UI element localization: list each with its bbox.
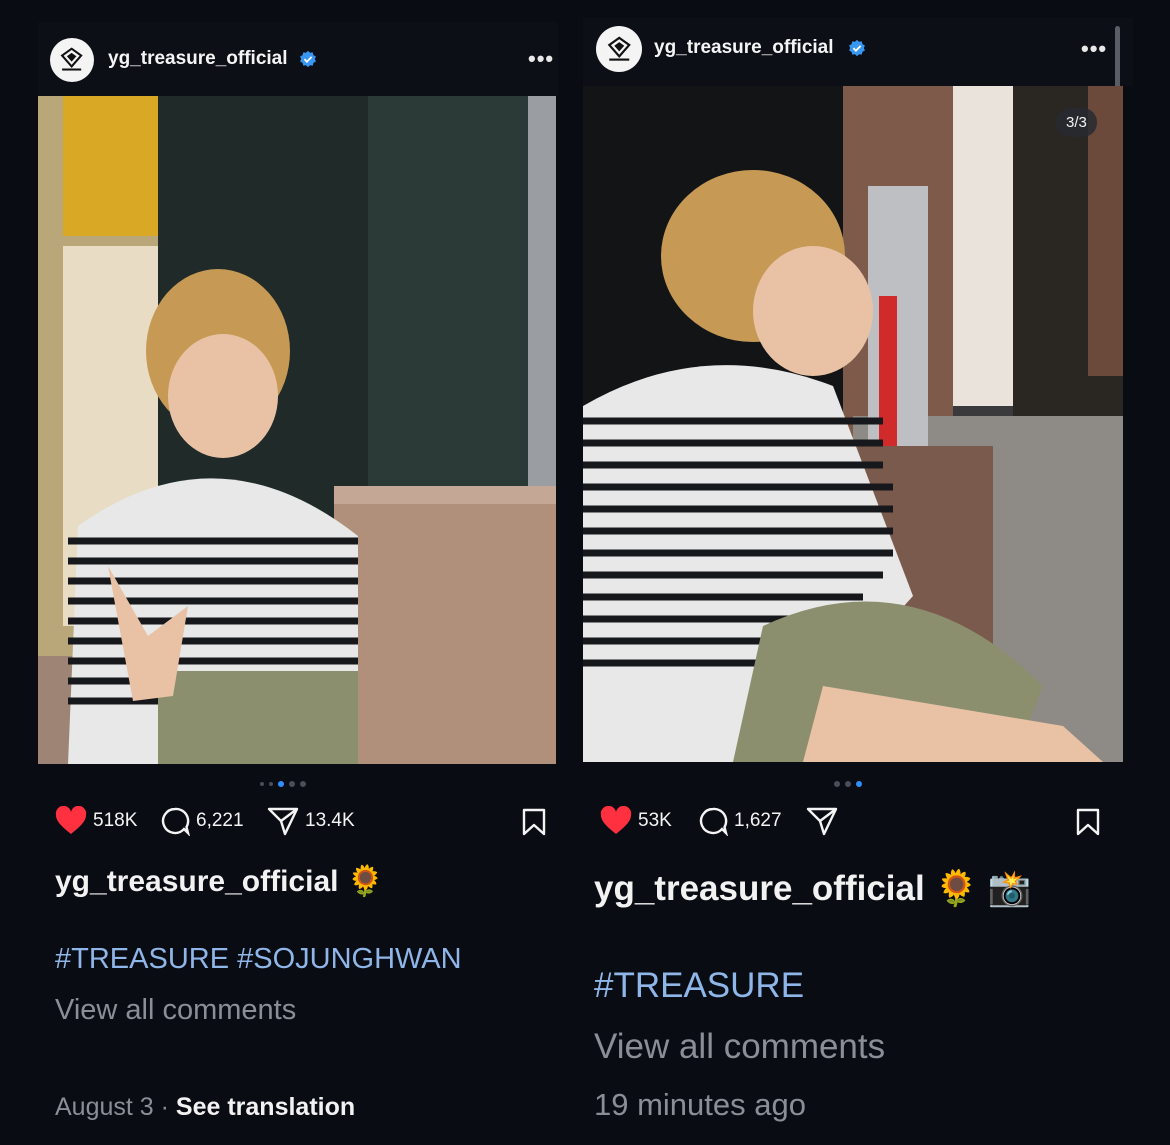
hashtags[interactable]: #TREASURE #SOJUNGHWAN <box>55 943 462 976</box>
comment-count: 1,627 <box>734 810 782 831</box>
carousel-dot <box>834 781 840 787</box>
avatar[interactable] <box>50 38 94 82</box>
carousel-dot <box>289 781 295 787</box>
comment-button[interactable]: 1,627 <box>698 806 782 836</box>
comment-button[interactable]: 6,221 <box>160 806 244 836</box>
date-text: August 3 <box>55 1093 154 1121</box>
caption: yg_treasure_official 🌻 <box>55 864 384 899</box>
date-separator: · <box>160 1093 169 1121</box>
share-button[interactable]: 13.4K <box>267 806 355 836</box>
verified-badge-icon <box>300 50 316 68</box>
treasure-logo-icon <box>60 47 84 71</box>
carousel-dots <box>834 781 862 787</box>
caption: yg_treasure_official 🌻 📸 <box>594 868 1031 909</box>
post-date: August 3 · See translation <box>55 1093 355 1122</box>
like-count: 53K <box>638 810 672 831</box>
share-icon <box>267 807 299 836</box>
carousel-dot <box>300 781 306 787</box>
bookmark-icon[interactable] <box>521 808 547 836</box>
bookmark-icon[interactable] <box>1075 808 1101 836</box>
view-all-comments-link[interactable]: View all comments <box>55 994 296 1027</box>
share-count: 13.4K <box>305 810 355 831</box>
carousel-dot <box>269 782 273 786</box>
more-icon[interactable]: ••• <box>528 48 554 70</box>
caption-emoji: 🌻 <box>346 865 385 898</box>
view-all-comments-link[interactable]: View all comments <box>594 1027 885 1067</box>
share-icon <box>806 807 838 836</box>
carousel-counter: 3/3 <box>1056 108 1097 137</box>
post-username[interactable]: yg_treasure_official <box>108 48 288 70</box>
avatar[interactable] <box>596 26 642 72</box>
post-photo[interactable] <box>583 86 1123 762</box>
hashtags[interactable]: #TREASURE <box>594 966 804 1006</box>
heart-icon <box>600 806 632 834</box>
post-left: yg_treasure_official ••• 518K 6,221 13.4… <box>0 0 572 1145</box>
carousel-dot-active <box>278 781 284 787</box>
comment-icon <box>699 807 728 836</box>
carousel-dots <box>260 781 306 787</box>
carousel-dot-active <box>856 781 862 787</box>
more-icon[interactable]: ••• <box>1081 38 1107 60</box>
post-username[interactable]: yg_treasure_official <box>654 37 834 59</box>
carousel-dot <box>845 781 851 787</box>
carousel-dot <box>260 782 264 786</box>
like-count: 518K <box>93 810 138 831</box>
like-button[interactable]: 53K <box>600 806 672 836</box>
like-button[interactable]: 518K <box>55 806 137 836</box>
caption-username[interactable]: yg_treasure_official <box>594 869 925 908</box>
share-button[interactable] <box>806 806 838 836</box>
post-time: 19 minutes ago <box>594 1087 806 1122</box>
caption-emoji: 🌻 📸 <box>934 869 1032 908</box>
caption-username[interactable]: yg_treasure_official <box>55 865 338 898</box>
see-translation-link[interactable]: See translation <box>176 1093 355 1121</box>
post-right: yg_treasure_official ••• 3/3 53K 1,627 y… <box>572 0 1170 1145</box>
heart-icon <box>55 806 87 834</box>
post-photo[interactable] <box>38 96 556 764</box>
treasure-logo-icon <box>607 36 631 61</box>
comment-icon <box>161 807 190 836</box>
comment-count: 6,221 <box>196 810 244 831</box>
verified-badge-icon <box>849 39 865 57</box>
